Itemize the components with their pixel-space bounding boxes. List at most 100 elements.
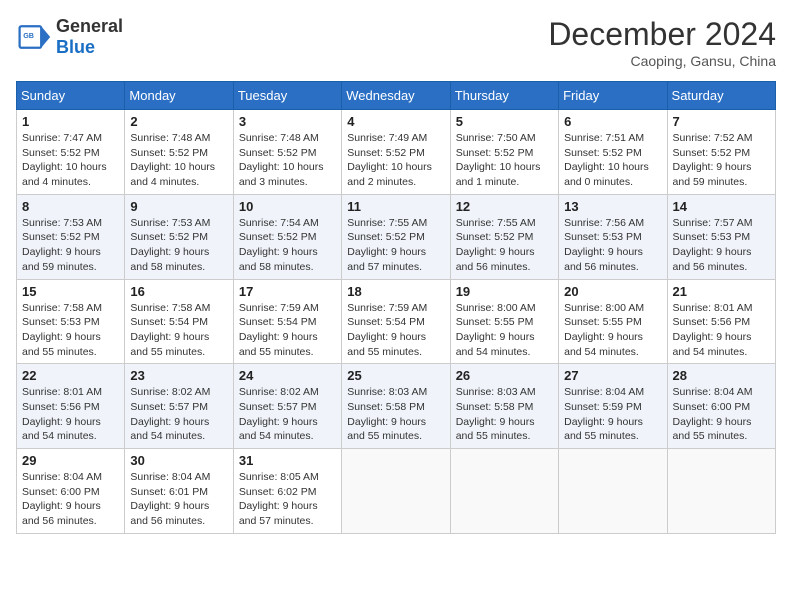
page-header: GB General Blue December 2024 Caoping, G… xyxy=(16,16,776,69)
calendar-day-cell: 11 Sunrise: 7:55 AMSunset: 5:52 PMDayligh… xyxy=(342,194,450,279)
calendar-empty-cell xyxy=(667,449,775,534)
day-number: 18 xyxy=(347,284,444,299)
calendar-day-cell: 20Sunrise: 8:00 AMSunset: 5:55 PMDayligh… xyxy=(559,279,667,364)
day-number: 12 xyxy=(456,199,553,214)
calendar-day-cell: 18 Sunrise: 7:59 AMSunset: 5:54 PMDayligh… xyxy=(342,279,450,364)
day-number: 26 xyxy=(456,368,553,383)
weekday-header-sunday: Sunday xyxy=(17,82,125,110)
day-info: Sunrise: 7:53 AMSunset: 5:52 PMDaylight:… xyxy=(130,216,227,275)
logo: GB General Blue xyxy=(16,16,123,58)
day-info: Sunrise: 7:53 AMSunset: 5:52 PMDaylight:… xyxy=(22,216,119,275)
day-number: 3 xyxy=(239,114,336,129)
calendar-day-cell: 31 Sunrise: 8:05 AMSunset: 6:02 PMDayligh… xyxy=(233,449,341,534)
calendar-day-cell: 16 Sunrise: 7:58 AMSunset: 5:54 PMDayligh… xyxy=(125,279,233,364)
day-info: Sunrise: 7:58 AMSunset: 5:53 PMDaylight:… xyxy=(22,301,119,360)
calendar-week-row: 22Sunrise: 8:01 AMSunset: 5:56 PMDayligh… xyxy=(17,364,776,449)
calendar-week-row: 1 Sunrise: 7:47 AMSunset: 5:52 PMDaylight… xyxy=(17,110,776,195)
calendar-header-row: SundayMondayTuesdayWednesdayThursdayFrid… xyxy=(17,82,776,110)
day-number: 24 xyxy=(239,368,336,383)
logo-general-text: General xyxy=(56,16,123,36)
day-number: 6 xyxy=(564,114,661,129)
day-number: 17 xyxy=(239,284,336,299)
weekday-header-tuesday: Tuesday xyxy=(233,82,341,110)
day-number: 4 xyxy=(347,114,444,129)
day-info: Sunrise: 8:02 AMSunset: 5:57 PMDaylight:… xyxy=(239,385,336,444)
calendar-day-cell: 27Sunrise: 8:04 AMSunset: 5:59 PMDayligh… xyxy=(559,364,667,449)
logo-blue-text: Blue xyxy=(56,37,95,57)
day-number: 21 xyxy=(673,284,770,299)
day-info: Sunrise: 7:55 AMSunset: 5:52 PMDaylight:… xyxy=(347,216,444,275)
day-info: Sunrise: 7:58 AMSunset: 5:54 PMDaylight:… xyxy=(130,301,227,360)
day-info: Sunrise: 8:03 AMSunset: 5:58 PMDaylight:… xyxy=(347,385,444,444)
day-number: 28 xyxy=(673,368,770,383)
day-number: 23 xyxy=(130,368,227,383)
day-info: Sunrise: 8:04 AMSunset: 6:00 PMDaylight:… xyxy=(673,385,770,444)
calendar-day-cell: 15 Sunrise: 7:58 AMSunset: 5:53 PMDayligh… xyxy=(17,279,125,364)
weekday-header-monday: Monday xyxy=(125,82,233,110)
day-info: Sunrise: 7:48 AMSunset: 5:52 PMDaylight:… xyxy=(239,131,336,190)
day-info: Sunrise: 8:01 AMSunset: 5:56 PMDaylight:… xyxy=(673,301,770,360)
calendar-table: SundayMondayTuesdayWednesdayThursdayFrid… xyxy=(16,81,776,534)
day-number: 16 xyxy=(130,284,227,299)
calendar-day-cell: 21 Sunrise: 8:01 AMSunset: 5:56 PMDayligh… xyxy=(667,279,775,364)
weekday-header-wednesday: Wednesday xyxy=(342,82,450,110)
calendar-day-cell: 5 Sunrise: 7:50 AMSunset: 5:52 PMDaylight… xyxy=(450,110,558,195)
calendar-day-cell: 2 Sunrise: 7:48 AMSunset: 5:52 PMDaylight… xyxy=(125,110,233,195)
day-info: Sunrise: 7:47 AMSunset: 5:52 PMDaylight:… xyxy=(22,131,119,190)
day-info: Sunrise: 7:59 AMSunset: 5:54 PMDaylight:… xyxy=(347,301,444,360)
day-info: Sunrise: 7:54 AMSunset: 5:52 PMDaylight:… xyxy=(239,216,336,275)
day-info: Sunrise: 7:56 AMSunset: 5:53 PMDaylight:… xyxy=(564,216,661,275)
day-info: Sunrise: 7:57 AMSunset: 5:53 PMDaylight:… xyxy=(673,216,770,275)
day-number: 1 xyxy=(22,114,119,129)
calendar-day-cell: 22Sunrise: 8:01 AMSunset: 5:56 PMDayligh… xyxy=(17,364,125,449)
weekday-header-friday: Friday xyxy=(559,82,667,110)
day-number: 14 xyxy=(673,199,770,214)
calendar-day-cell: 3 Sunrise: 7:48 AMSunset: 5:52 PMDaylight… xyxy=(233,110,341,195)
day-number: 30 xyxy=(130,453,227,468)
day-info: Sunrise: 7:49 AMSunset: 5:52 PMDaylight:… xyxy=(347,131,444,190)
day-number: 19 xyxy=(456,284,553,299)
title-block: December 2024 Caoping, Gansu, China xyxy=(548,16,776,69)
day-number: 9 xyxy=(130,199,227,214)
calendar-day-cell: 7 Sunrise: 7:52 AMSunset: 5:52 PMDaylight… xyxy=(667,110,775,195)
calendar-week-row: 15 Sunrise: 7:58 AMSunset: 5:53 PMDayligh… xyxy=(17,279,776,364)
day-info: Sunrise: 7:59 AMSunset: 5:54 PMDaylight:… xyxy=(239,301,336,360)
calendar-day-cell: 24 Sunrise: 8:02 AMSunset: 5:57 PMDayligh… xyxy=(233,364,341,449)
calendar-day-cell: 17 Sunrise: 7:59 AMSunset: 5:54 PMDayligh… xyxy=(233,279,341,364)
calendar-day-cell: 4 Sunrise: 7:49 AMSunset: 5:52 PMDaylight… xyxy=(342,110,450,195)
day-info: Sunrise: 8:02 AMSunset: 5:57 PMDaylight:… xyxy=(130,385,227,444)
svg-text:GB: GB xyxy=(23,31,34,40)
calendar-day-cell: 29Sunrise: 8:04 AMSunset: 6:00 PMDayligh… xyxy=(17,449,125,534)
day-info: Sunrise: 8:00 AMSunset: 5:55 PMDaylight:… xyxy=(564,301,661,360)
day-number: 10 xyxy=(239,199,336,214)
day-number: 29 xyxy=(22,453,119,468)
calendar-day-cell: 8 Sunrise: 7:53 AMSunset: 5:52 PMDaylight… xyxy=(17,194,125,279)
day-info: Sunrise: 7:52 AMSunset: 5:52 PMDaylight:… xyxy=(673,131,770,190)
day-info: Sunrise: 7:50 AMSunset: 5:52 PMDaylight:… xyxy=(456,131,553,190)
day-info: Sunrise: 7:55 AMSunset: 5:52 PMDaylight:… xyxy=(456,216,553,275)
calendar-week-row: 8 Sunrise: 7:53 AMSunset: 5:52 PMDaylight… xyxy=(17,194,776,279)
weekday-header-saturday: Saturday xyxy=(667,82,775,110)
calendar-day-cell: 13 Sunrise: 7:56 AMSunset: 5:53 PMDayligh… xyxy=(559,194,667,279)
day-info: Sunrise: 7:51 AMSunset: 5:52 PMDaylight:… xyxy=(564,131,661,190)
calendar-day-cell: 28 Sunrise: 8:04 AMSunset: 6:00 PMDayligh… xyxy=(667,364,775,449)
day-number: 11 xyxy=(347,199,444,214)
day-number: 25 xyxy=(347,368,444,383)
day-info: Sunrise: 8:03 AMSunset: 5:58 PMDaylight:… xyxy=(456,385,553,444)
month-title: December 2024 xyxy=(548,16,776,53)
day-info: Sunrise: 7:48 AMSunset: 5:52 PMDaylight:… xyxy=(130,131,227,190)
day-info: Sunrise: 8:05 AMSunset: 6:02 PMDaylight:… xyxy=(239,470,336,529)
calendar-day-cell: 10 Sunrise: 7:54 AMSunset: 5:52 PMDayligh… xyxy=(233,194,341,279)
day-number: 5 xyxy=(456,114,553,129)
day-number: 13 xyxy=(564,199,661,214)
calendar-day-cell: 25 Sunrise: 8:03 AMSunset: 5:58 PMDayligh… xyxy=(342,364,450,449)
calendar-empty-cell xyxy=(342,449,450,534)
day-number: 7 xyxy=(673,114,770,129)
calendar-day-cell: 6 Sunrise: 7:51 AMSunset: 5:52 PMDaylight… xyxy=(559,110,667,195)
day-number: 31 xyxy=(239,453,336,468)
day-number: 15 xyxy=(22,284,119,299)
location: Caoping, Gansu, China xyxy=(548,53,776,69)
calendar-day-cell: 19Sunrise: 8:00 AMSunset: 5:55 PMDayligh… xyxy=(450,279,558,364)
day-number: 8 xyxy=(22,199,119,214)
day-number: 2 xyxy=(130,114,227,129)
